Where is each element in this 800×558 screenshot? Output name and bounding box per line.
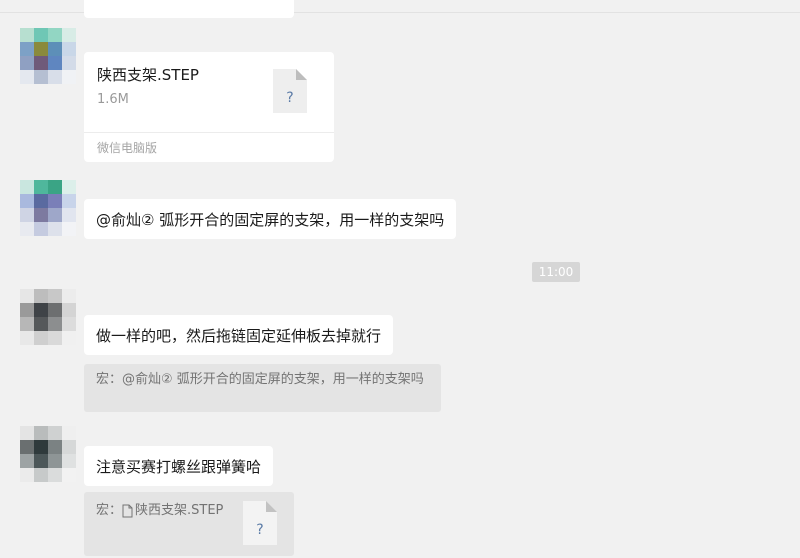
message-text: @俞灿② 弧形开合的固定屏的支架，用一样的支架吗 (96, 210, 445, 229)
file-icon (122, 504, 133, 518)
quoted-file-message[interactable]: 宏： 陕西支架.STEP ? (84, 492, 294, 556)
avatar-pixel (34, 194, 48, 208)
avatar-pixel (34, 222, 48, 236)
file-source-label: 微信电脑版 (97, 141, 158, 155)
unknown-file-icon: ? (243, 501, 277, 545)
quoted-file-name: 陕西支架.STEP (135, 503, 224, 518)
avatar-pixel (48, 180, 62, 194)
avatar-pixel (48, 440, 62, 454)
avatar-pixel (34, 70, 48, 84)
timestamp-badge: 11:00 (532, 262, 580, 282)
previous-message-bubble (84, 0, 294, 18)
avatar-pixel (62, 331, 76, 345)
avatar-pixel (62, 208, 76, 222)
avatar-pixel (34, 56, 48, 70)
avatar-pixel (48, 208, 62, 222)
avatar[interactable] (20, 426, 76, 482)
unknown-file-glyph: ? (286, 90, 293, 106)
quote-sender-prefix: 宏： (96, 503, 123, 518)
avatar-pixel (48, 317, 62, 331)
avatar-pixel (34, 180, 48, 194)
file-message-card[interactable]: 陕西支架.STEP 1.6M ? 微信电脑版 (84, 52, 334, 162)
file-size: 1.6M (97, 92, 129, 107)
avatar-pixel (48, 194, 62, 208)
quoted-message-text: 宏：@俞灿② 弧形开合的固定屏的支架，用一样的支架吗 (96, 372, 424, 387)
avatar-pixel (62, 454, 76, 468)
avatar-pixel (20, 180, 34, 194)
avatar-pixel (48, 70, 62, 84)
avatar-pixel (34, 289, 48, 303)
avatar-pixel (20, 28, 34, 42)
avatar-pixel (20, 70, 34, 84)
avatar-pixel (34, 303, 48, 317)
avatar-pixel (20, 468, 34, 482)
avatar-pixel (48, 303, 62, 317)
quoted-file-line: 宏： 陕西支架.STEP (96, 502, 223, 520)
avatar-pixel (20, 208, 34, 222)
message-text: 注意买赛打螺丝跟弹簧哈 (96, 457, 262, 476)
avatar-pixel (34, 42, 48, 56)
avatar-pixel (34, 331, 48, 345)
avatar-pixel (62, 70, 76, 84)
avatar-pixel (48, 331, 62, 345)
avatar-pixel (20, 42, 34, 56)
avatar-pixel (62, 28, 76, 42)
timestamp-text: 11:00 (538, 265, 574, 279)
avatar-pixel (62, 426, 76, 440)
avatar-pixel (20, 194, 34, 208)
avatar[interactable] (20, 289, 76, 345)
avatar-pixel (62, 56, 76, 70)
avatar-pixel (20, 56, 34, 70)
avatar-pixel (34, 426, 48, 440)
message-bubble[interactable]: 注意买赛打螺丝跟弹簧哈 (84, 446, 274, 486)
avatar-pixel (62, 303, 76, 317)
avatar-pixel (62, 289, 76, 303)
avatar-pixel (20, 317, 34, 331)
avatar-pixel (62, 42, 76, 56)
avatar-pixel (20, 222, 34, 236)
avatar-pixel (34, 468, 48, 482)
avatar-pixel (62, 180, 76, 194)
avatar[interactable] (20, 180, 76, 236)
avatar-pixel (34, 208, 48, 222)
avatar-pixel (34, 317, 48, 331)
avatar-pixel (48, 454, 62, 468)
unknown-file-glyph: ? (256, 522, 263, 538)
avatar-pixel (48, 289, 62, 303)
file-name: 陕西支架.STEP (97, 66, 199, 84)
avatar-pixel (48, 28, 62, 42)
avatar-pixel (62, 440, 76, 454)
avatar-pixel (34, 28, 48, 42)
avatar-pixel (20, 303, 34, 317)
avatar-pixel (48, 468, 62, 482)
avatar-pixel (20, 331, 34, 345)
avatar-pixel (48, 56, 62, 70)
avatar-pixel (62, 194, 76, 208)
message-text: 做一样的吧，然后拖链固定延伸板去掉就行 (96, 326, 382, 345)
avatar-pixel (20, 454, 34, 468)
file-card-divider (84, 132, 334, 133)
avatar-pixel (20, 440, 34, 454)
avatar-pixel (62, 317, 76, 331)
avatar-pixel (34, 440, 48, 454)
avatar-pixel (48, 222, 62, 236)
avatar-pixel (48, 42, 62, 56)
quoted-message[interactable]: 宏：@俞灿② 弧形开合的固定屏的支架，用一样的支架吗 (84, 364, 441, 412)
message-bubble[interactable]: 做一样的吧，然后拖链固定延伸板去掉就行 (84, 315, 394, 355)
avatar-pixel (62, 468, 76, 482)
message-bubble[interactable]: @俞灿② 弧形开合的固定屏的支架，用一样的支架吗 (84, 199, 457, 239)
avatar-pixel (20, 289, 34, 303)
avatar-pixel (34, 454, 48, 468)
avatar-pixel (48, 426, 62, 440)
avatar-pixel (20, 426, 34, 440)
avatar[interactable] (20, 28, 76, 84)
unknown-file-icon: ? (273, 69, 307, 113)
avatar-pixel (62, 222, 76, 236)
